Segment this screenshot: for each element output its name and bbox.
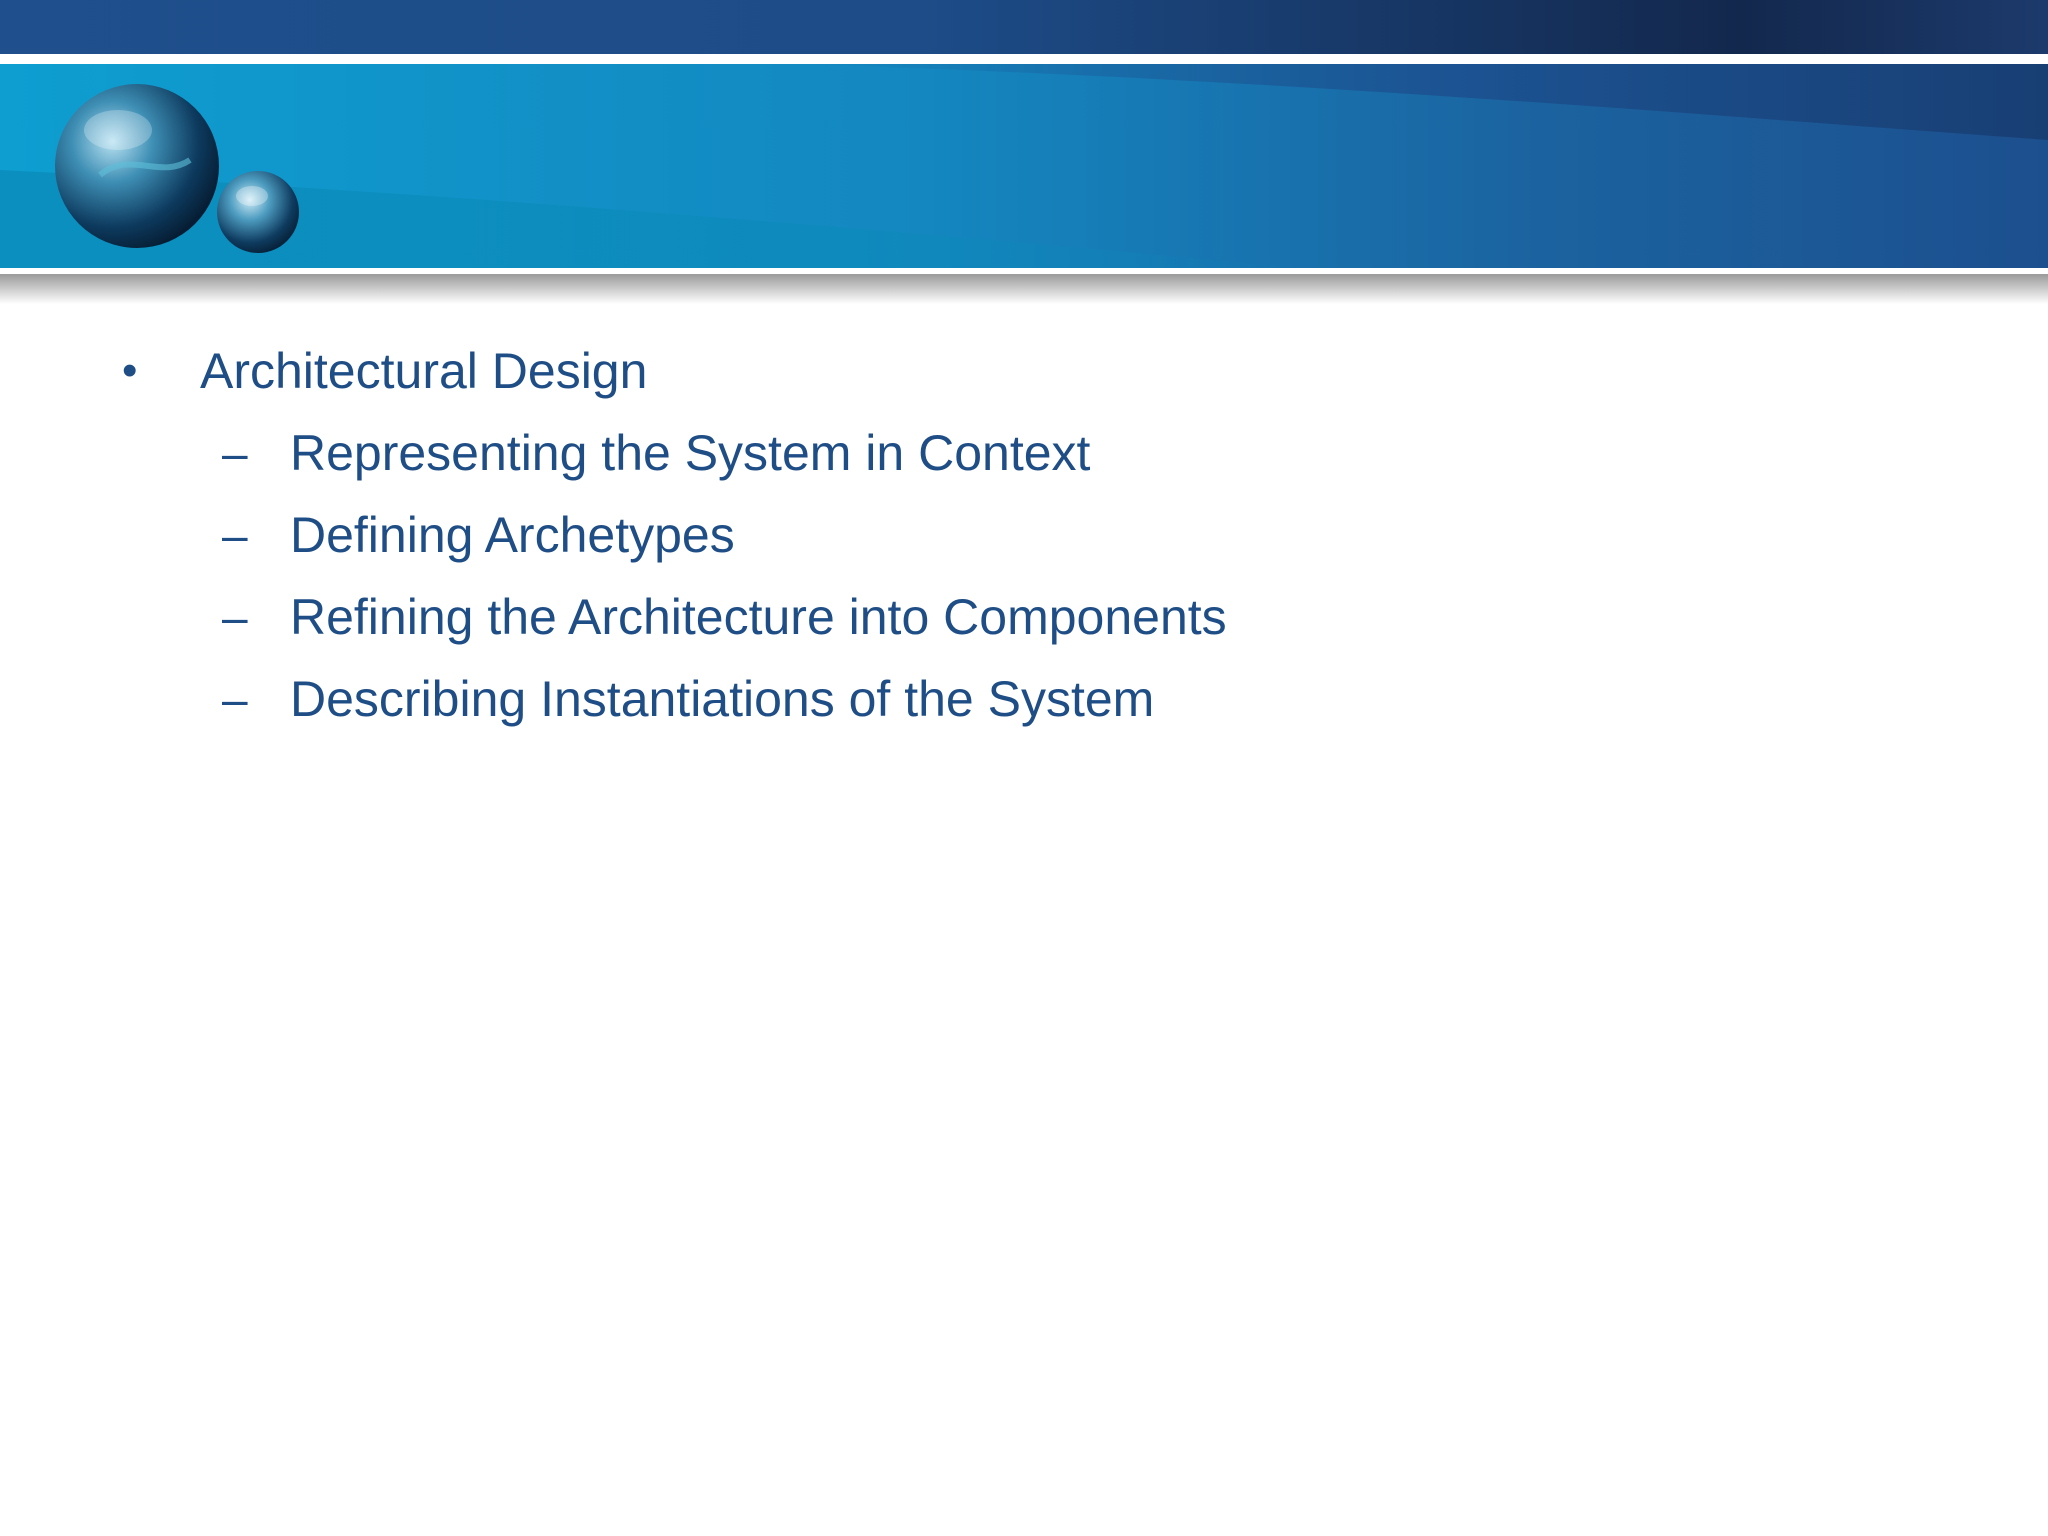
slide: • Architectural Design – Representing th…: [0, 0, 2048, 1536]
list-item: – Describing Instantiations of the Syste…: [120, 658, 1920, 740]
dash-marker: –: [222, 509, 248, 561]
dash-marker: –: [222, 427, 248, 479]
bullet-list: • Architectural Design – Representing th…: [120, 330, 1920, 740]
list-item: – Refining the Architecture into Compone…: [120, 576, 1920, 658]
list-item: – Defining Archetypes: [120, 494, 1920, 576]
list-item: – Representing the System in Context: [120, 412, 1920, 494]
sub-bullet-text: Refining the Architecture into Component…: [290, 589, 1227, 645]
sub-bullet-text: Describing Instantiations of the System: [290, 671, 1155, 727]
dash-marker: –: [222, 673, 248, 725]
bullet-text: Architectural Design: [200, 343, 648, 399]
top-bar: [0, 0, 2048, 54]
bullet-marker: •: [122, 346, 138, 395]
list-item: • Architectural Design: [120, 330, 1920, 412]
header-banner: [0, 0, 2048, 304]
sub-bullet-text: Representing the System in Context: [290, 425, 1091, 481]
dash-marker: –: [222, 591, 248, 643]
sub-bullet-text: Defining Archetypes: [290, 507, 735, 563]
